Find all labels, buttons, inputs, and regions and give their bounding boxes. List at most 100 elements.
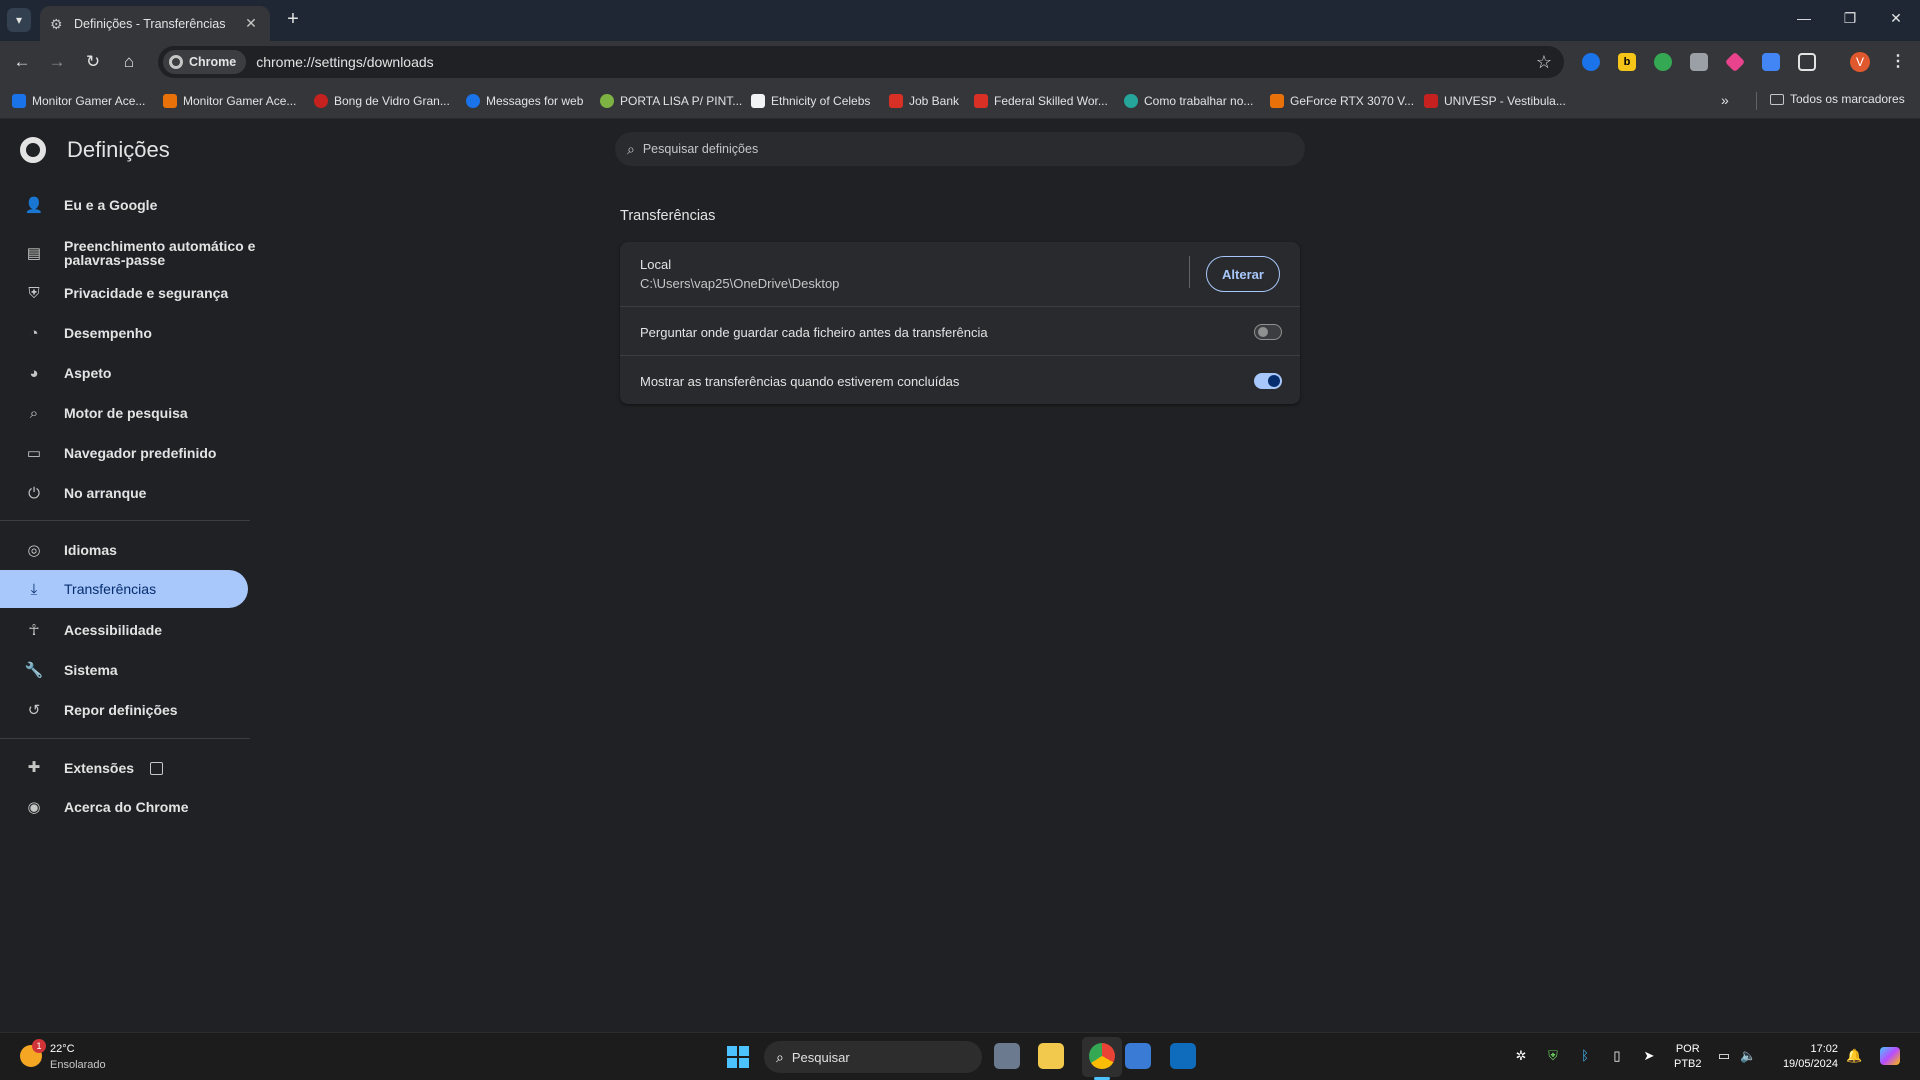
settings-search[interactable]: ⌕	[615, 132, 1305, 166]
extension-b-icon[interactable]: b	[1618, 53, 1636, 71]
windows-taskbar: 1 22°C Ensolarado ⌕ ✲ ⛨ ᛒ ▯ ➤ POR PTB2 ▭…	[0, 1032, 1920, 1080]
active-tab[interactable]: ⚙ Definições - Transferências ✕	[40, 6, 270, 41]
bookmark-favicon-icon	[751, 94, 765, 108]
bookmark-item[interactable]: Federal Skilled Wor...	[974, 92, 1108, 110]
weather-badge: 1	[32, 1039, 46, 1053]
bookmark-star-icon[interactable]: ☆	[1536, 52, 1552, 73]
back-arrow-icon[interactable]: ←	[10, 51, 34, 73]
home-icon[interactable]: ⌂	[117, 51, 141, 73]
nav-system[interactable]: 🔧 Sistema	[0, 651, 248, 689]
location-icon[interactable]: ➤	[1641, 1048, 1657, 1064]
bookmarks-overflow-icon[interactable]: »	[1721, 92, 1729, 108]
bookmarks-bar: Monitor Gamer Ace... Monitor Gamer Ace..…	[0, 83, 1920, 119]
weather-temperature[interactable]: 22°C	[50, 1043, 75, 1055]
chrome-logo-icon: ◉	[27, 799, 41, 816]
nav-reset-settings[interactable]: ↺ Repor definições	[0, 691, 248, 729]
file-explorer-icon[interactable]	[1038, 1043, 1064, 1069]
bluetooth-icon[interactable]: ᛒ	[1577, 1048, 1593, 1063]
ask-where-row[interactable]: Perguntar onde guardar cada ficheiro ant…	[620, 306, 1300, 355]
chrome-chip[interactable]: Chrome	[163, 50, 247, 74]
nav-accessibility[interactable]: ☥ Acessibilidade	[0, 611, 248, 649]
microsoft-store-icon[interactable]	[1125, 1043, 1151, 1069]
copilot-icon[interactable]	[1880, 1047, 1900, 1065]
extension-diamond-icon[interactable]	[1724, 51, 1746, 73]
settings-tray-icon[interactable]: ✲	[1513, 1048, 1529, 1064]
all-bookmarks-button[interactable]: Todos os marcadores	[1770, 92, 1905, 106]
show-downloads-toggle[interactable]	[1254, 373, 1282, 389]
menu-kebab-icon[interactable]: ⋮	[1890, 51, 1906, 71]
nav-performance[interactable]: ◔ Desempenho	[0, 314, 248, 352]
url-text[interactable]: chrome://settings/downloads	[256, 54, 433, 70]
nav-downloads[interactable]: ⤓ Transferências	[0, 570, 248, 608]
person-icon: 👤	[24, 197, 44, 214]
bookmark-item[interactable]: Job Bank	[889, 92, 959, 110]
bookmark-item[interactable]: Como trabalhar no...	[1124, 92, 1253, 110]
nav-search-engine[interactable]: ⌕ Motor de pesquisa	[0, 394, 248, 432]
nav-default-browser[interactable]: ▭ Navegador predefinido	[0, 434, 248, 472]
nav-about-chrome[interactable]: ◉ Acerca do Chrome	[0, 788, 248, 826]
close-window-button[interactable]: ✕	[1886, 10, 1906, 27]
taskbar-search[interactable]: ⌕	[764, 1041, 982, 1073]
bookmark-item[interactable]: GeForce RTX 3070 V...	[1270, 92, 1414, 110]
ask-where-label: Perguntar onde guardar cada ficheiro ant…	[640, 325, 988, 340]
address-bar[interactable]: Chrome chrome://settings/downloads ☆	[158, 46, 1564, 78]
tab-search-button[interactable]: ▾	[7, 8, 31, 32]
open-in-new-icon	[150, 761, 164, 775]
nav-autofill[interactable]: ▤ Preenchimento automático e palavras-pa…	[0, 230, 255, 276]
bookmark-favicon-icon	[466, 94, 480, 108]
reload-icon[interactable]: ↻	[81, 51, 105, 73]
extension-translate-icon[interactable]	[1762, 53, 1780, 71]
clock-date: 19/05/2024	[1782, 1058, 1838, 1070]
security-tray-icon[interactable]: ⛨	[1545, 1048, 1561, 1064]
bookmark-favicon-icon	[163, 94, 177, 108]
change-location-button[interactable]: Alterar	[1206, 256, 1280, 292]
extensions-puzzle-icon[interactable]	[1798, 53, 1816, 71]
show-downloads-row[interactable]: Mostrar as transferências quando estiver…	[620, 355, 1300, 404]
nav-you-and-google[interactable]: 👤 Eu e a Google	[0, 186, 248, 224]
globe-icon: ◎	[27, 542, 41, 559]
search-icon: ⌕	[627, 140, 635, 157]
bookmark-item[interactable]: Monitor Gamer Ace...	[12, 92, 145, 110]
nav-extensions[interactable]: ✚ Extensões	[0, 748, 248, 786]
forward-arrow-icon[interactable]: →	[45, 51, 69, 73]
nav-appearance[interactable]: ◕ Aspeto	[0, 354, 248, 392]
browser-toolbar: ← → ↻ ⌂ Chrome chrome://settings/downloa…	[0, 41, 1920, 83]
extension-green-icon[interactable]	[1654, 53, 1672, 71]
settings-search-input[interactable]	[642, 142, 1243, 156]
chrome-taskbar-icon[interactable]	[1089, 1043, 1115, 1069]
nav-on-startup[interactable]: ⏻ No arranque	[0, 474, 248, 512]
outlook-icon[interactable]	[1170, 1043, 1196, 1069]
taskbar-search-input[interactable]	[791, 1049, 912, 1065]
task-view-icon[interactable]	[994, 1043, 1020, 1069]
windows-start-icon[interactable]	[727, 1046, 749, 1068]
restore-button[interactable]: ❐	[1840, 10, 1860, 27]
profile-avatar[interactable]: V	[1850, 52, 1870, 72]
language-indicator[interactable]: POR PTB2	[1674, 1042, 1702, 1072]
extension-print-icon[interactable]	[1690, 53, 1708, 71]
close-tab-icon[interactable]: ✕	[242, 15, 260, 32]
bookmark-favicon-icon	[1270, 94, 1284, 108]
bookmark-item[interactable]: UNIVESP - Vestibula...	[1424, 92, 1566, 110]
bookmark-item[interactable]: Ethnicity of Celebs	[751, 92, 870, 110]
volume-icon[interactable]: 🔈	[1740, 1048, 1756, 1064]
notifications-bell-icon[interactable]: 🔔	[1846, 1048, 1862, 1064]
clock[interactable]: 17:02 19/05/2024	[1772, 1042, 1838, 1072]
location-label: Local	[640, 257, 672, 272]
bookmark-favicon-icon	[1424, 94, 1438, 108]
bookmark-item[interactable]: Monitor Gamer Ace...	[163, 92, 296, 110]
show-downloads-label: Mostrar as transferências quando estiver…	[640, 374, 960, 389]
extension-shazam-icon[interactable]	[1582, 53, 1600, 71]
bookmark-item[interactable]: Bong de Vidro Gran...	[314, 92, 450, 110]
network-icon[interactable]: ▭	[1716, 1048, 1732, 1064]
bookmark-item[interactable]: Messages for web	[466, 92, 583, 110]
weather-condition[interactable]: Ensolarado	[50, 1059, 106, 1071]
ask-where-toggle[interactable]	[1254, 324, 1282, 340]
bookmark-item[interactable]: PORTA LISA P/ PINT...	[600, 92, 742, 110]
location-path: C:\Users\vap25\OneDrive\Desktop	[640, 276, 840, 291]
nav-privacy[interactable]: ⛨ Privacidade e segurança	[0, 274, 248, 312]
minimize-button[interactable]: —	[1794, 10, 1814, 26]
new-tab-button[interactable]: +	[282, 9, 304, 31]
nav-languages[interactable]: ◎ Idiomas	[0, 531, 248, 569]
usb-icon[interactable]: ▯	[1609, 1048, 1625, 1064]
power-icon: ⏻	[28, 484, 40, 502]
